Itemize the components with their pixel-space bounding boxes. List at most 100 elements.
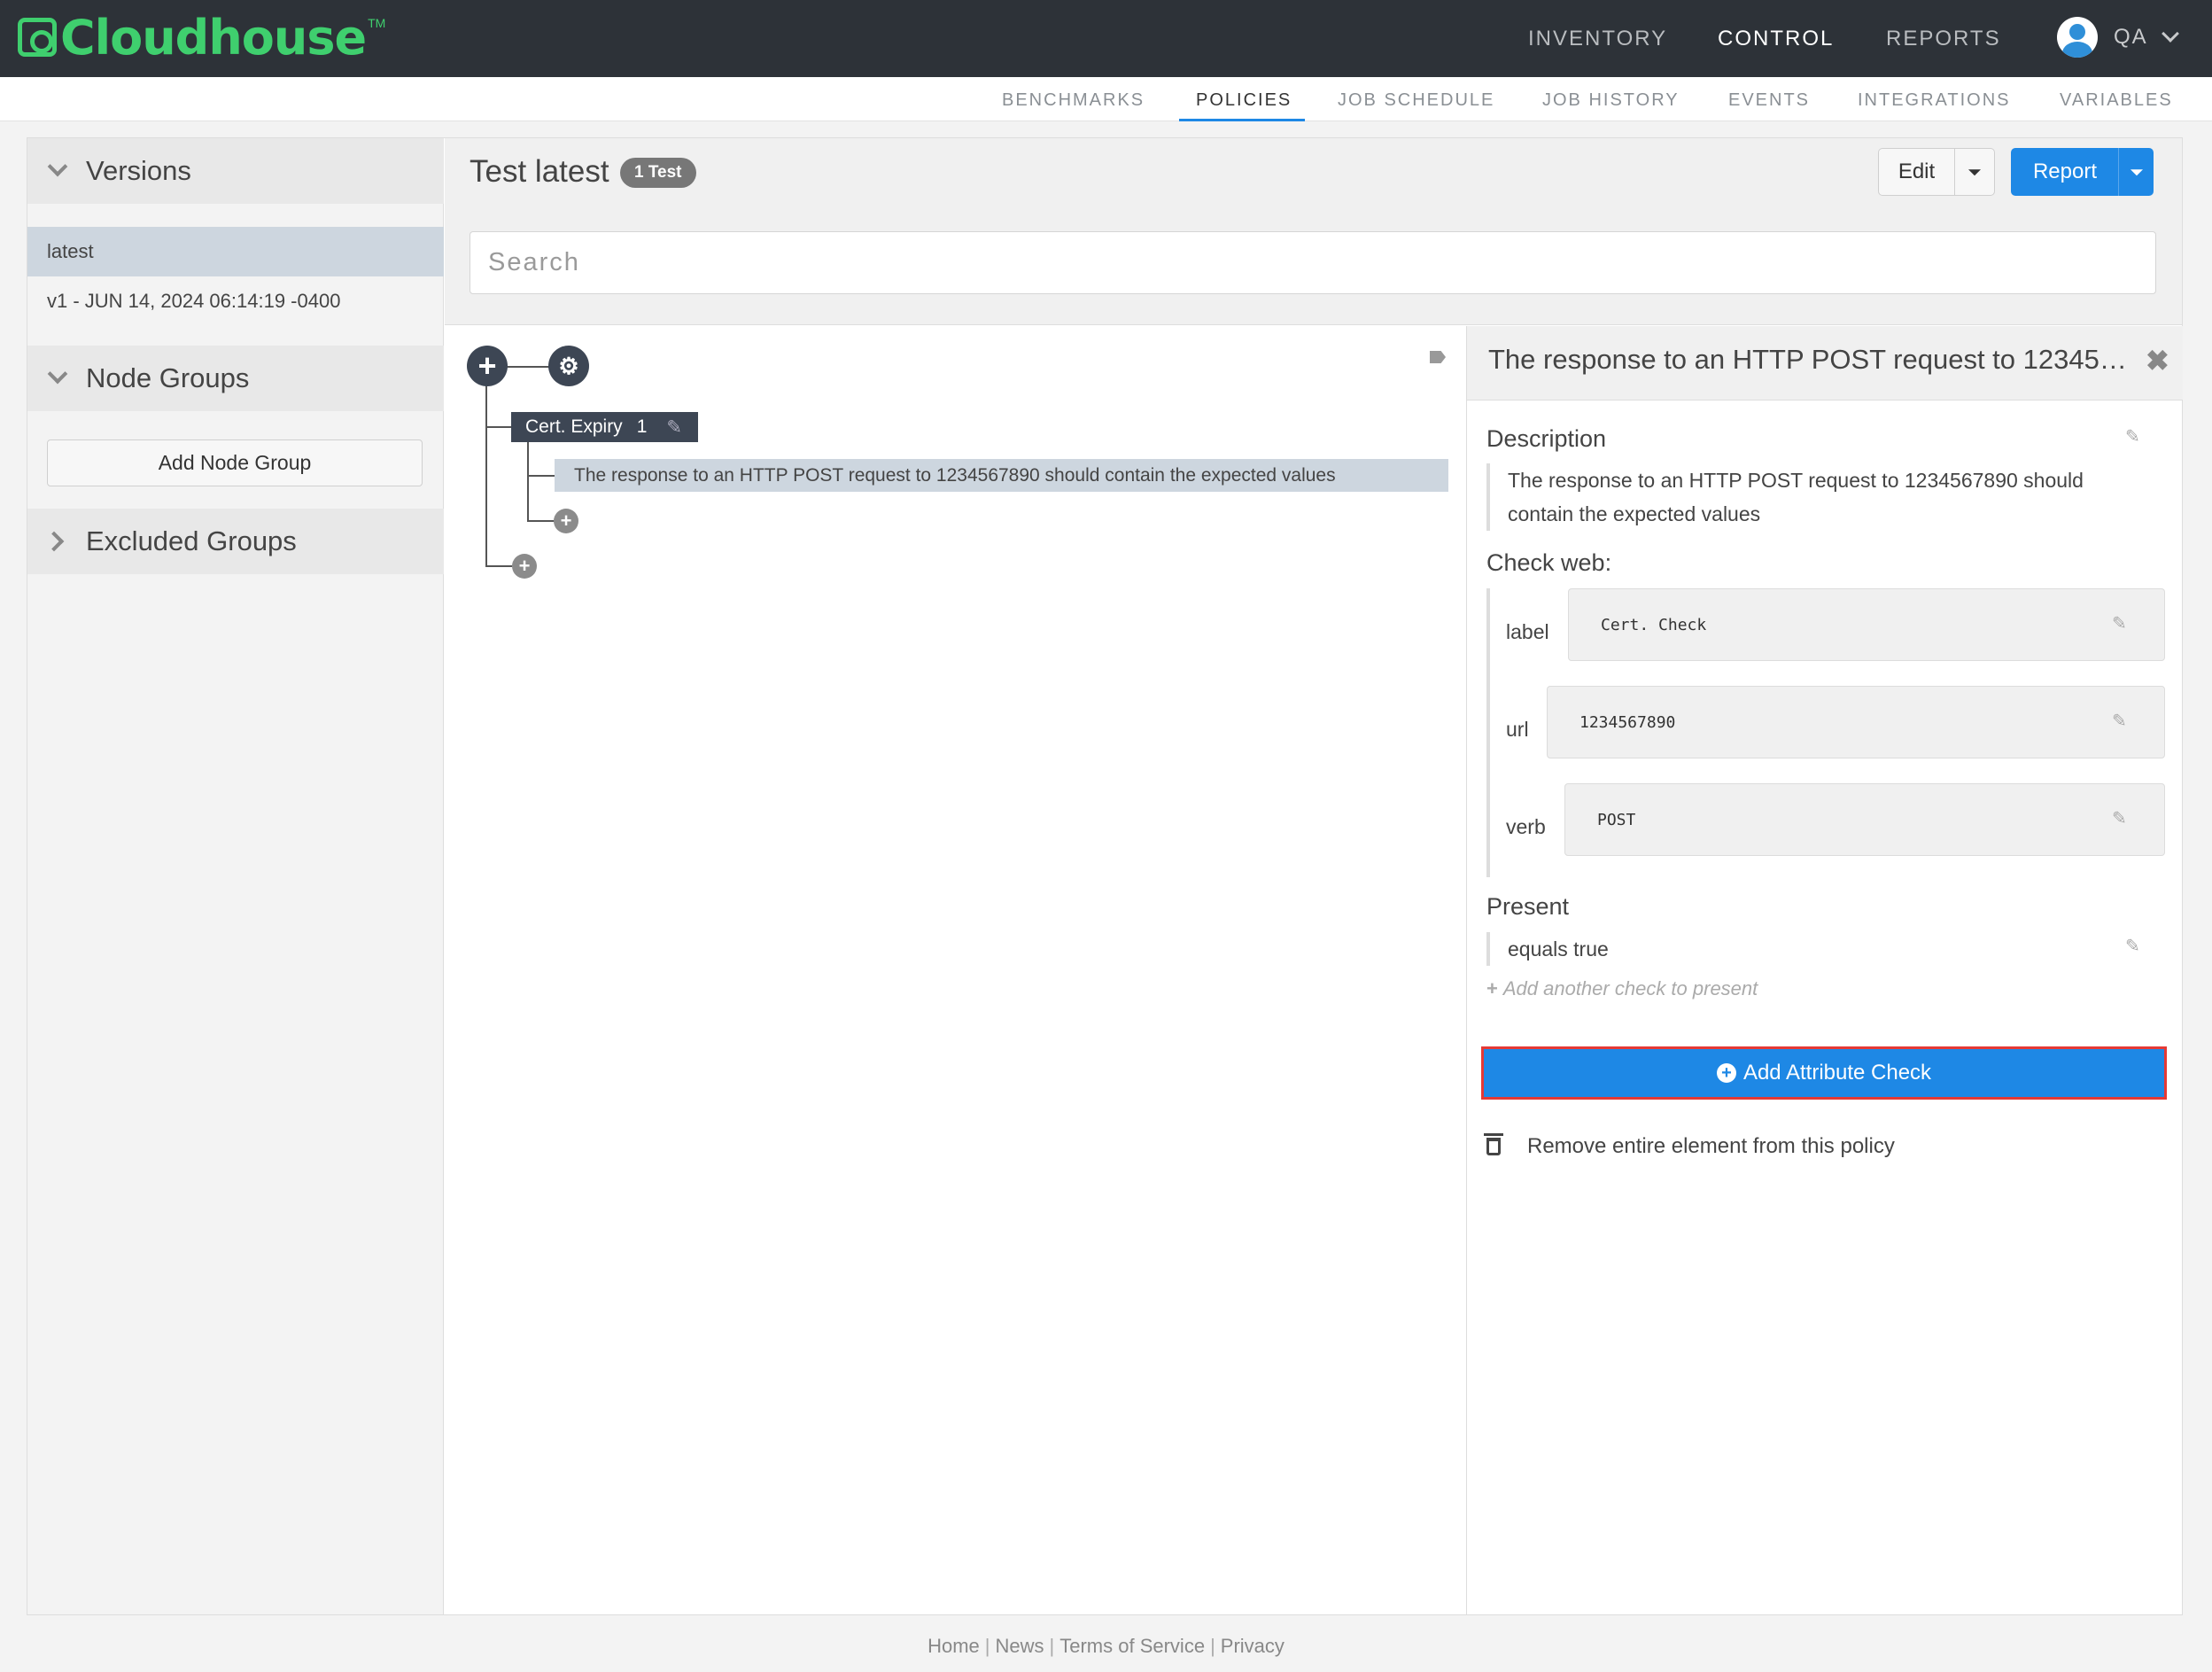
present-value: equals true bbox=[1486, 932, 2124, 966]
excluded-groups-header[interactable]: Excluded Groups bbox=[27, 509, 444, 574]
add-node-group-button[interactable]: Add Node Group bbox=[47, 439, 423, 486]
edit-label-icon[interactable]: ✎ bbox=[2112, 615, 2131, 633]
user-avatar-icon bbox=[2057, 17, 2098, 58]
logo-trademark: TM bbox=[368, 16, 386, 30]
top-navbar: Cloudhouse TM INVENTORY CONTROL REPORTS … bbox=[0, 0, 2212, 77]
tree-connector bbox=[485, 366, 487, 566]
test-item[interactable]: The response to an HTTP POST request to … bbox=[555, 459, 1448, 492]
add-test-plus-icon[interactable]: + bbox=[554, 509, 578, 533]
add-attribute-check-button[interactable]: + Add Attribute Check bbox=[1481, 1046, 2167, 1100]
edit-present-icon[interactable]: ✎ bbox=[2125, 937, 2145, 955]
field-url-value-text: 1234567890 bbox=[1579, 712, 1676, 732]
tree-connector bbox=[527, 475, 555, 477]
version-item-latest[interactable]: latest bbox=[27, 227, 444, 276]
nav-control[interactable]: CONTROL bbox=[1718, 27, 1834, 51]
active-tab-indicator bbox=[1179, 119, 1305, 121]
trash-icon bbox=[1484, 1133, 1503, 1155]
subnav-benchmarks[interactable]: BENCHMARKS bbox=[1002, 90, 1145, 111]
field-verb-value-text: POST bbox=[1597, 810, 1636, 829]
policy-header: Test latest 1 Test Edit Report bbox=[445, 138, 2182, 325]
edit-url-icon[interactable]: ✎ bbox=[2112, 712, 2131, 730]
subnav-policies[interactable]: POLICIES bbox=[1196, 90, 1292, 111]
footer-separator: | bbox=[1210, 1635, 1215, 1657]
field-label-value[interactable]: Cert. Check bbox=[1568, 588, 2165, 661]
excluded-groups-title: Excluded Groups bbox=[86, 525, 297, 556]
caret-down-icon bbox=[1968, 169, 1981, 176]
tree-connector bbox=[527, 520, 555, 522]
versions-title: Versions bbox=[86, 155, 191, 186]
remove-element-label: Remove entire element from this policy bbox=[1527, 1134, 1895, 1158]
field-label-key: label bbox=[1506, 620, 1549, 643]
logo-text: Cloudhouse bbox=[60, 9, 367, 66]
user-name: QA bbox=[2114, 25, 2148, 49]
footer-link-home[interactable]: Home bbox=[927, 1635, 980, 1657]
node-groups-header[interactable]: Node Groups bbox=[27, 346, 444, 411]
report-dropdown-button[interactable] bbox=[2118, 148, 2154, 196]
chevron-down-icon bbox=[47, 363, 68, 385]
subnav-events[interactable]: EVENTS bbox=[1728, 90, 1810, 111]
version-item-v1[interactable]: v1 - JUN 14, 2024 06:14:19 -0400 bbox=[27, 276, 444, 326]
edit-dropdown-button[interactable] bbox=[1954, 148, 1995, 196]
present-title: Present bbox=[1486, 893, 1570, 920]
tree-connector bbox=[485, 565, 512, 567]
subnav-variables[interactable]: VARIABLES bbox=[2060, 90, 2173, 111]
edit-description-icon[interactable]: ✎ bbox=[2125, 428, 2145, 446]
plus-circle-icon: + bbox=[1716, 1063, 1736, 1083]
add-root-plus-icon[interactable]: + bbox=[467, 346, 508, 386]
page-title: Test latest bbox=[470, 154, 609, 189]
footer-link-privacy[interactable]: Privacy bbox=[1221, 1635, 1285, 1657]
policy-tree bbox=[445, 326, 1465, 1614]
add-check-link-text: Add another check to present bbox=[1502, 977, 1758, 999]
subnav-integrations[interactable]: INTEGRATIONS bbox=[1858, 90, 2011, 111]
versions-header[interactable]: Versions bbox=[27, 138, 444, 204]
tree-connector bbox=[527, 441, 529, 521]
caret-down-icon bbox=[2130, 169, 2143, 176]
description-title: Description bbox=[1486, 425, 1607, 452]
detail-title: The response to an HTTP POST request to … bbox=[1488, 344, 2135, 375]
footer-separator: | bbox=[1049, 1635, 1055, 1657]
chevron-down-icon bbox=[47, 156, 68, 177]
add-check-link[interactable]: + Add another check to present bbox=[1486, 977, 1758, 1000]
footer-link-terms[interactable]: Terms of Service bbox=[1059, 1635, 1205, 1657]
field-verb-key: verb bbox=[1506, 815, 1546, 838]
footer-separator: | bbox=[984, 1635, 990, 1657]
group-count: 1 bbox=[636, 416, 648, 437]
nav-inventory[interactable]: INVENTORY bbox=[1528, 27, 1667, 51]
detail-header: The response to an HTTP POST request to … bbox=[1467, 326, 2183, 401]
fields-bar bbox=[1486, 588, 1490, 877]
search-input[interactable] bbox=[470, 231, 2156, 294]
edit-icon[interactable]: ✎ bbox=[666, 416, 682, 439]
chevron-down-icon bbox=[2161, 25, 2179, 43]
field-url-value[interactable]: 1234567890 bbox=[1547, 686, 2165, 758]
group-cert-expiry[interactable]: Cert. Expiry 1 ✎ bbox=[511, 412, 698, 442]
cloudhouse-logo[interactable]: Cloudhouse TM bbox=[18, 10, 386, 66]
tree-connector bbox=[485, 426, 512, 428]
chevron-right-icon bbox=[43, 531, 65, 552]
close-icon[interactable]: ✖ bbox=[2146, 344, 2169, 377]
node-groups-title: Node Groups bbox=[86, 362, 250, 393]
field-url-key: url bbox=[1506, 718, 1529, 741]
logo-gear-icon bbox=[18, 18, 57, 57]
plus-icon: + bbox=[1486, 977, 1498, 999]
footer-link-news[interactable]: News bbox=[996, 1635, 1044, 1657]
add-attribute-check-label: Add Attribute Check bbox=[1742, 1061, 1932, 1085]
remove-element-link[interactable]: Remove entire element from this policy bbox=[1484, 1133, 1895, 1159]
sub-navbar: BENCHMARKS POLICIES JOB SCHEDULE JOB HIS… bbox=[0, 77, 2212, 121]
subnav-job-schedule[interactable]: JOB SCHEDULE bbox=[1338, 90, 1494, 111]
nav-reports[interactable]: REPORTS bbox=[1886, 27, 2001, 51]
edit-verb-icon[interactable]: ✎ bbox=[2112, 810, 2131, 828]
field-label-value-text: Cert. Check bbox=[1601, 615, 1707, 634]
edit-button[interactable]: Edit bbox=[1878, 148, 1955, 196]
detail-panel: The response to an HTTP POST request to … bbox=[1466, 326, 2183, 1614]
settings-gear-icon[interactable]: ⚙ bbox=[548, 346, 589, 386]
subnav-job-history[interactable]: JOB HISTORY bbox=[1542, 90, 1680, 111]
footer: Home | News | Terms of Service | Privacy bbox=[0, 1635, 2212, 1658]
group-label-text: Cert. Expiry bbox=[525, 416, 623, 437]
user-menu[interactable]: QA bbox=[2057, 14, 2179, 60]
sidebar: Versions latest v1 - JUN 14, 2024 06:14:… bbox=[27, 138, 444, 1614]
add-group-plus-icon[interactable]: + bbox=[512, 554, 537, 579]
field-verb-value[interactable]: POST bbox=[1564, 783, 2165, 856]
report-button[interactable]: Report bbox=[2011, 148, 2119, 196]
check-title: Check web: bbox=[1486, 549, 1612, 576]
description-text: The response to an HTTP POST request to … bbox=[1486, 463, 2142, 531]
